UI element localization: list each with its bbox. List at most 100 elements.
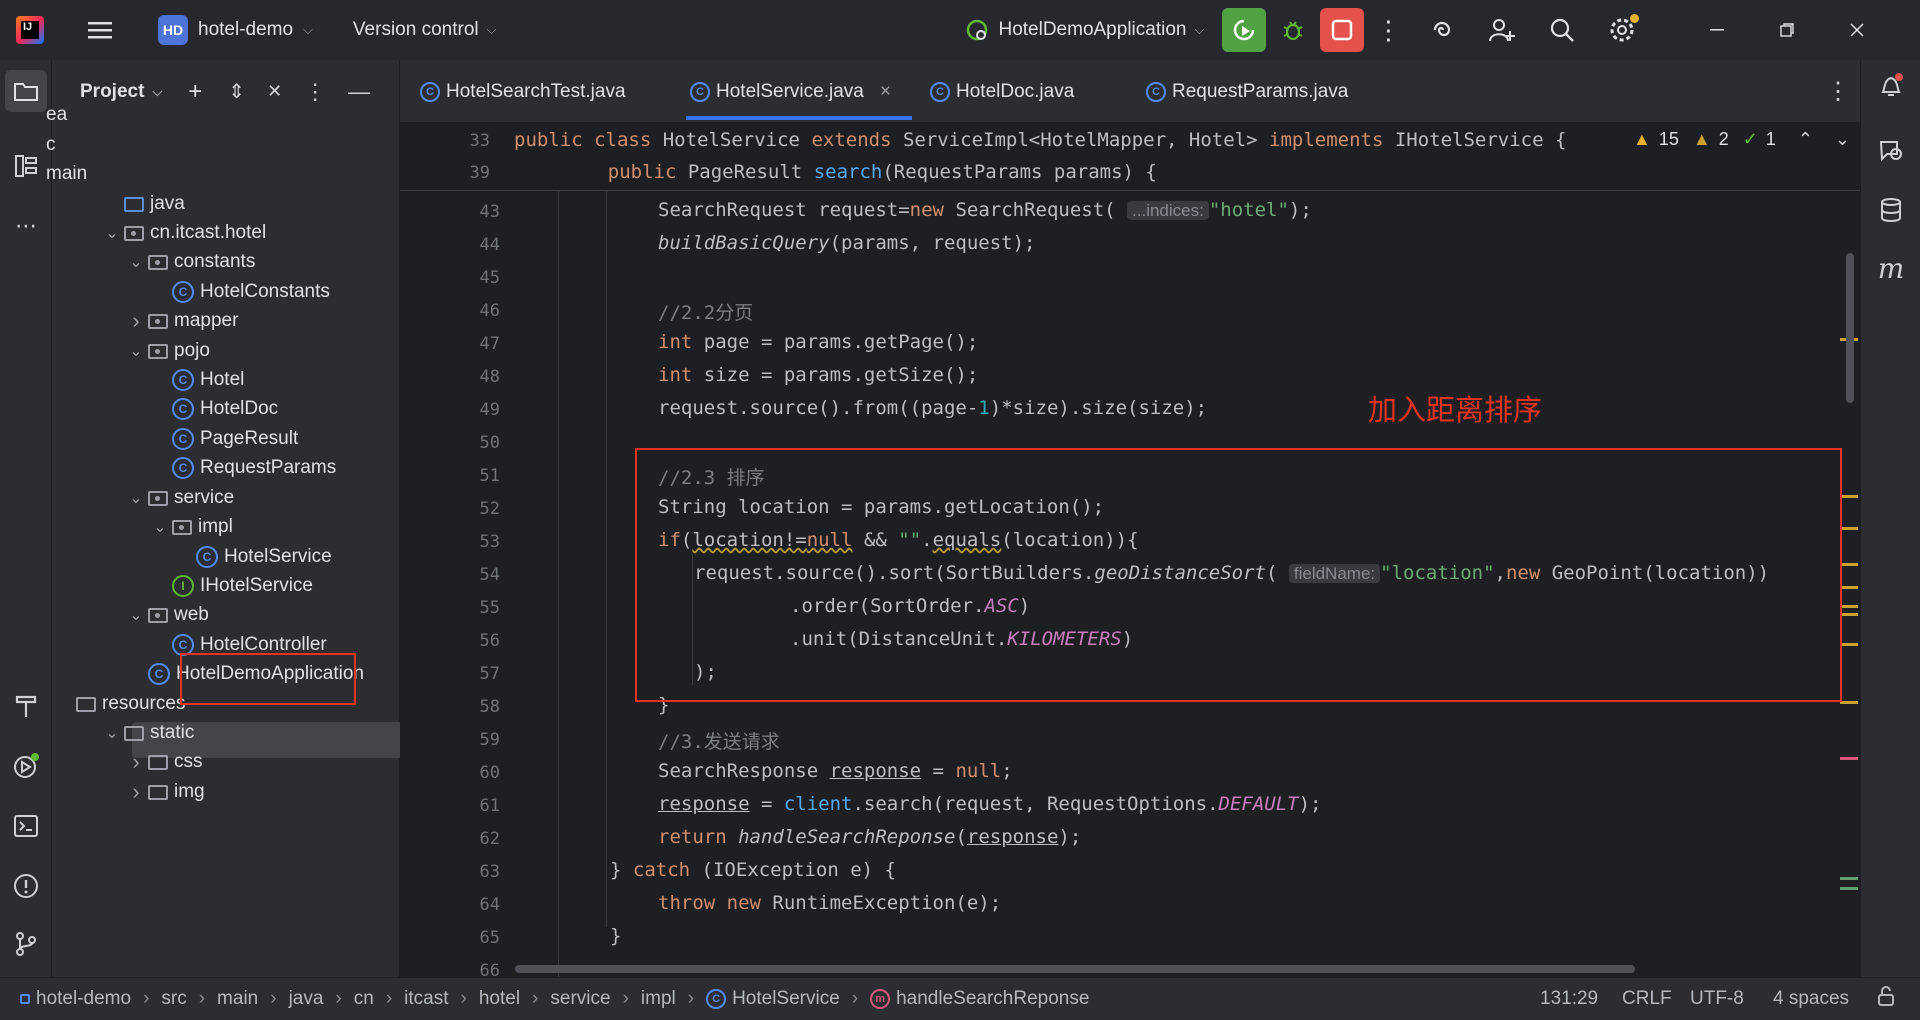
tree-item[interactable]: C HotelDoc bbox=[148, 392, 278, 426]
main-menu-icon[interactable] bbox=[82, 0, 118, 60]
close-window-button[interactable] bbox=[1822, 0, 1892, 60]
error-stripe-mark bbox=[1840, 613, 1858, 616]
structure-icon[interactable] bbox=[10, 150, 42, 182]
chevron-down-icon[interactable]: ⌄ bbox=[148, 517, 172, 537]
annotation-box-hotelservice bbox=[180, 653, 356, 705]
restore-button[interactable] bbox=[1752, 0, 1822, 60]
new-file-icon[interactable]: + bbox=[188, 78, 202, 106]
inspection-widget[interactable]: ▲ 15 ▲ 2 ✓ 1 ⌃ ⌄ bbox=[1633, 129, 1850, 150]
settings-gear-icon[interactable] bbox=[1592, 0, 1652, 60]
tab-request-params[interactable]: C RequestParams.java bbox=[1146, 60, 1348, 123]
line-number: 49 bbox=[479, 400, 500, 420]
breadcrumb-item[interactable]: hotel-demo bbox=[36, 988, 131, 1010]
breadcrumb-item[interactable]: handleSearchReponse bbox=[896, 988, 1089, 1010]
tree-item-label: service bbox=[174, 487, 235, 508]
code-editor[interactable]: 33 public class HotelService extends Ser… bbox=[400, 123, 1860, 977]
git-branch-icon[interactable] bbox=[10, 928, 42, 960]
tab-hotel-service[interactable]: C HotelService.java × bbox=[690, 60, 891, 123]
rerun-button[interactable] bbox=[1222, 8, 1267, 52]
stop-icon bbox=[1332, 19, 1353, 41]
chevron-down-icon[interactable]: ⌄ bbox=[100, 723, 124, 743]
close-tab-icon[interactable]: × bbox=[880, 81, 891, 103]
chevron-down-icon[interactable]: ⌄ bbox=[124, 605, 148, 625]
breadcrumb-item[interactable]: java bbox=[289, 988, 324, 1010]
caret-position[interactable]: 131:29 bbox=[1540, 988, 1598, 1010]
breadcrumb-item[interactable]: main bbox=[217, 988, 258, 1010]
breadcrumb-item[interactable]: cn bbox=[354, 988, 374, 1010]
tab-label: RequestParams.java bbox=[1172, 80, 1349, 102]
tree-item[interactable]: main bbox=[46, 157, 87, 191]
search-icon[interactable] bbox=[1532, 0, 1592, 60]
line-number: 66 bbox=[479, 961, 500, 977]
breadcrumb-item[interactable]: impl bbox=[641, 988, 676, 1010]
project-panel-title[interactable]: Project bbox=[80, 81, 144, 103]
project-switcher[interactable]: HD hotel-demo ⌵ bbox=[158, 0, 313, 60]
minimize-button[interactable] bbox=[1682, 0, 1752, 60]
services-run-icon[interactable] bbox=[10, 750, 42, 782]
chevron-down-icon[interactable]: ⌵ bbox=[152, 84, 162, 100]
tree-item[interactable]: › img bbox=[124, 775, 204, 809]
next-highlight-icon[interactable]: ⌄ bbox=[1835, 129, 1850, 150]
breadcrumb-item[interactable]: src bbox=[161, 988, 186, 1010]
chevron-down-icon[interactable]: ⌄ bbox=[124, 252, 148, 272]
more-tools-icon[interactable]: ⋯ bbox=[10, 210, 42, 242]
hide-panel-icon[interactable]: — bbox=[348, 79, 370, 105]
tree-item[interactable]: › css bbox=[124, 745, 202, 779]
breadcrumb-item[interactable]: service bbox=[550, 988, 610, 1010]
status-bar: hotel-demo › src › main › java › cn › itcast › hotel… bbox=[0, 977, 1920, 1020]
read-only-lock-icon[interactable] bbox=[1876, 985, 1896, 1013]
editor-vertical-scrollbar[interactable] bbox=[1846, 253, 1854, 403]
notifications-bell-icon[interactable] bbox=[1875, 70, 1907, 102]
problems-icon[interactable] bbox=[10, 870, 42, 902]
tree-item[interactable]: ⌄ impl bbox=[148, 510, 233, 544]
vcs-menu[interactable]: Version control ⌵ bbox=[353, 0, 497, 60]
tab-hotel-search-test[interactable]: C HotelSearchTest.java bbox=[420, 60, 626, 123]
tree-item[interactable]: ⌄ web bbox=[124, 598, 209, 632]
tab-label: HotelService.java bbox=[716, 80, 864, 102]
indent-setting[interactable]: 4 spaces bbox=[1773, 988, 1849, 1010]
run-config-selector[interactable]: HotelDemoApplication ⌵ bbox=[964, 0, 1204, 60]
project-folder-icon[interactable] bbox=[5, 70, 47, 112]
editor-horizontal-scrollbar[interactable] bbox=[515, 965, 1635, 973]
tab-label: HotelDoc.java bbox=[956, 80, 1075, 102]
tree-item[interactable]: › mapper bbox=[124, 304, 238, 338]
breadcrumb-item[interactable]: itcast bbox=[404, 988, 448, 1010]
tree-item[interactable]: ⌄ constants bbox=[124, 245, 255, 279]
build-hammer-icon[interactable] bbox=[10, 690, 42, 722]
chevron-right-icon[interactable]: › bbox=[124, 779, 148, 805]
chevron-down-icon[interactable]: ⌄ bbox=[124, 488, 148, 508]
chevron-right-icon[interactable]: › bbox=[124, 308, 148, 334]
maven-icon[interactable]: m bbox=[1875, 252, 1907, 285]
collapse-all-icon[interactable]: ✕ bbox=[267, 81, 282, 102]
expand-all-icon[interactable]: ⇕ bbox=[228, 79, 245, 104]
code-line: return handleSearchReponse(response); bbox=[658, 826, 1082, 848]
error-stripe-mark bbox=[1840, 877, 1858, 880]
package-icon bbox=[148, 607, 168, 623]
more-actions-icon[interactable]: ⋮ bbox=[1364, 0, 1412, 60]
chevron-down-icon[interactable]: ⌄ bbox=[124, 341, 148, 361]
options-icon[interactable]: ⋮ bbox=[304, 79, 326, 105]
ai-chat-icon[interactable] bbox=[1875, 134, 1907, 166]
previous-highlight-icon[interactable]: ⌃ bbox=[1798, 129, 1813, 150]
ai-assistant-icon[interactable] bbox=[1412, 0, 1472, 60]
database-icon[interactable] bbox=[1875, 194, 1907, 226]
terminal-icon[interactable] bbox=[10, 810, 42, 842]
tree-item[interactable]: C RequestParams bbox=[148, 451, 336, 485]
tabs-options-icon[interactable]: ⋮ bbox=[1826, 60, 1850, 123]
chevron-right-icon[interactable]: › bbox=[124, 749, 148, 775]
indent-guide bbox=[606, 191, 607, 927]
line-number: 55 bbox=[479, 598, 500, 618]
file-encoding[interactable]: UTF-8 bbox=[1690, 988, 1744, 1010]
class-icon: C bbox=[930, 81, 950, 102]
breadcrumb-item[interactable]: HotelService bbox=[732, 988, 840, 1010]
chevron-down-icon[interactable]: ⌄ bbox=[100, 223, 124, 243]
debug-button[interactable] bbox=[1266, 0, 1320, 60]
class-icon: C bbox=[706, 989, 727, 1009]
stop-button[interactable] bbox=[1320, 8, 1365, 52]
breadcrumb-item[interactable]: hotel bbox=[479, 988, 520, 1010]
add-user-icon[interactable] bbox=[1472, 0, 1532, 60]
line-separator[interactable]: CRLF bbox=[1622, 988, 1672, 1010]
tab-hotel-doc[interactable]: C HotelDoc.java bbox=[930, 60, 1074, 123]
intellij-logo-icon[interactable]: IJ bbox=[16, 16, 44, 44]
tree-item[interactable]: ea bbox=[46, 98, 67, 132]
